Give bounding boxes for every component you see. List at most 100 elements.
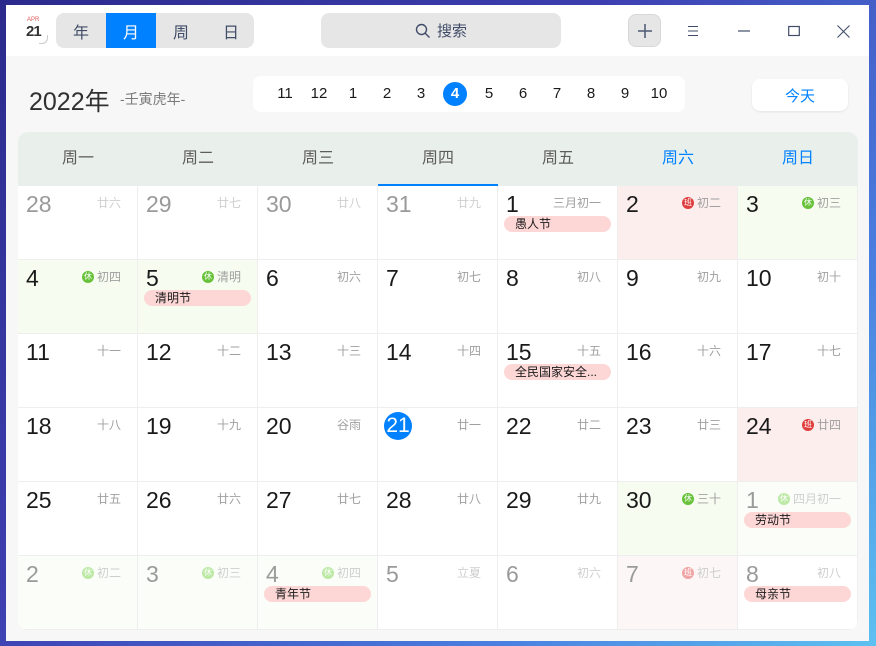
lunar-date: 廿三 <box>697 416 721 433</box>
titlebar: APR 21 年 月 周 日 搜索 <box>6 5 869 56</box>
add-event-button[interactable] <box>628 14 661 47</box>
day-cell[interactable]: 27 廿七 <box>258 482 378 556</box>
tab-year[interactable]: 年 <box>56 13 106 48</box>
tab-month[interactable]: 月 <box>106 13 156 48</box>
day-cell[interactable]: 9 初九 <box>618 260 738 334</box>
day-cell[interactable]: 6 初六 <box>498 556 618 630</box>
minimize-button[interactable] <box>731 18 757 44</box>
day-cell[interactable]: 3 休初三 <box>738 186 858 260</box>
plus-icon <box>637 23 652 38</box>
day-cell[interactable]: 7 班初七 <box>618 556 738 630</box>
day-cell[interactable]: 5 立夏 <box>378 556 498 630</box>
day-cell[interactable]: 2 班初二 <box>618 186 738 260</box>
day-cell[interactable]: 22 廿二 <box>498 408 618 482</box>
month-item[interactable]: 2 <box>370 82 404 106</box>
day-cell[interactable]: 20 谷雨 <box>258 408 378 482</box>
date-number: 4 <box>266 561 279 587</box>
month-item[interactable]: 12 <box>302 82 336 106</box>
festival-event[interactable]: 愚人节 <box>504 216 611 232</box>
month-item[interactable]: 9 <box>608 82 642 106</box>
month-item[interactable]: 3 <box>404 82 438 106</box>
day-cell[interactable]: 26 廿六 <box>138 482 258 556</box>
maximize-button[interactable] <box>781 18 807 44</box>
day-cell[interactable]: 29 廿九 <box>498 482 618 556</box>
lunar-text: 廿八 <box>456 492 481 506</box>
day-cell[interactable]: 1 三月初一愚人节 <box>498 186 618 260</box>
lunar-date: 三月初一 <box>553 194 601 211</box>
day-cell[interactable]: 5 休清明 清明节 <box>138 260 258 334</box>
day-cell[interactable]: 1 休四月初一 劳动节 <box>738 482 858 556</box>
search-box[interactable]: 搜索 <box>321 13 561 48</box>
festival-event[interactable]: 劳动节 <box>744 512 851 528</box>
month-item[interactable]: 10 <box>642 82 676 106</box>
date-number: 16 <box>626 339 652 365</box>
day-cell[interactable]: 30 休三十 <box>618 482 738 556</box>
lunar-text: 谷雨 <box>336 418 361 432</box>
month-label: 10 <box>650 85 668 102</box>
day-cell[interactable]: 7 初七 <box>378 260 498 334</box>
weekday-label: 周二 <box>181 150 214 167</box>
month-item[interactable]: 5 <box>472 82 506 106</box>
date-number: 8 <box>506 265 519 291</box>
close-button[interactable] <box>830 18 856 44</box>
lunar-text: 廿七 <box>216 196 241 210</box>
day-cell[interactable]: 6 初六 <box>258 260 378 334</box>
lunar-text: 廿三 <box>696 418 721 432</box>
day-cell[interactable]: 23 廿三 <box>618 408 738 482</box>
day-cell[interactable]: 2 休初二 <box>18 556 138 630</box>
day-cell[interactable]: 25 廿五 <box>18 482 138 556</box>
festival-event[interactable]: 清明节 <box>144 290 251 306</box>
day-cell[interactable]: 30 廿八 <box>258 186 378 260</box>
lunar-date: 廿八 <box>337 194 361 211</box>
minimize-icon <box>738 30 750 32</box>
date-number: 10 <box>746 265 772 291</box>
menu-button[interactable] <box>680 18 706 44</box>
lunar-text: 初七 <box>456 270 481 284</box>
day-cell[interactable]: 15 十五 全民国家安全... <box>498 334 618 408</box>
today-button[interactable]: 今天 <box>752 79 848 111</box>
festival-event[interactable]: 全民国家安全... <box>504 364 611 380</box>
day-cell[interactable]: 12 十二 <box>138 334 258 408</box>
lunar-text: 十六 <box>696 344 721 358</box>
day-cell[interactable]: 11 十一 <box>18 334 138 408</box>
month-item[interactable]: 7 <box>540 82 574 106</box>
lunar-text: 初六 <box>576 566 601 580</box>
day-cell[interactable]: 17 十七 <box>738 334 858 408</box>
month-item[interactable]: 8 <box>574 82 608 106</box>
tab-day[interactable]: 日 <box>206 13 254 48</box>
lunar-text: 廿一 <box>456 418 481 432</box>
day-cell[interactable]: 21 廿一 <box>378 408 498 482</box>
month-item[interactable]: 6 <box>506 82 540 106</box>
month-item[interactable]: 1 <box>336 82 370 106</box>
festival-event[interactable]: 青年节 <box>264 586 371 602</box>
lunar-text: 廿八 <box>336 196 361 210</box>
day-cell[interactable]: 28 廿六 <box>18 186 138 260</box>
day-cell[interactable]: 29 廿七 <box>138 186 258 260</box>
day-cell[interactable]: 31 廿九 <box>378 186 498 260</box>
date-number: 11 <box>26 339 50 365</box>
day-cell[interactable]: 4 休初四 <box>18 260 138 334</box>
tab-week[interactable]: 周 <box>156 13 206 48</box>
day-cell[interactable]: 19 十九 <box>138 408 258 482</box>
date-number: 27 <box>266 487 292 513</box>
day-cell[interactable]: 24 班廿四 <box>738 408 858 482</box>
date-number: 1 <box>506 191 519 217</box>
day-cell[interactable]: 28 廿八 <box>378 482 498 556</box>
month-item[interactable]: 4 <box>438 82 472 106</box>
date-number: 5 <box>386 561 399 587</box>
day-cell[interactable]: 8 初八 母亲节 <box>738 556 858 630</box>
day-cell[interactable]: 8 初八 <box>498 260 618 334</box>
day-cell[interactable]: 16 十六 <box>618 334 738 408</box>
lunar-text: 廿七 <box>336 492 361 506</box>
day-cell[interactable]: 13 十三 <box>258 334 378 408</box>
day-cell[interactable]: 3 休初三 <box>138 556 258 630</box>
day-cell[interactable]: 10 初十 <box>738 260 858 334</box>
lunar-date: 休清明 <box>201 268 241 285</box>
festival-event[interactable]: 母亲节 <box>744 586 851 602</box>
day-cell[interactable]: 4 休初四 青年节 <box>258 556 378 630</box>
day-cell[interactable]: 18 十八 <box>18 408 138 482</box>
lunar-text: 清明 <box>216 270 241 284</box>
day-cell[interactable]: 14 十四 <box>378 334 498 408</box>
month-item[interactable]: 11 <box>268 82 302 106</box>
date-number: 2 <box>626 191 639 217</box>
